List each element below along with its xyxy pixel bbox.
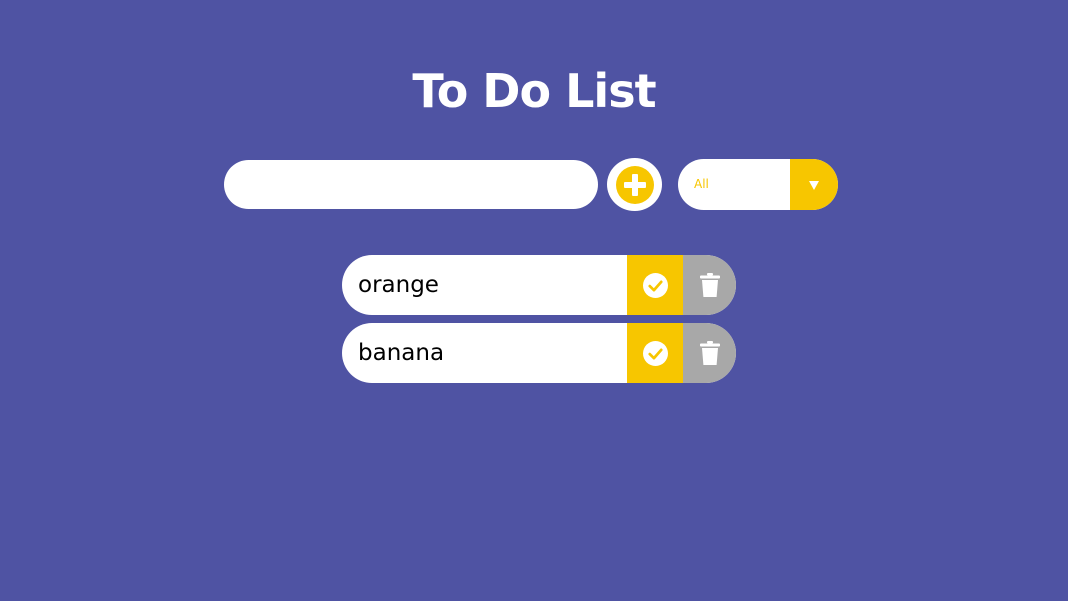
todo-item: orange	[342, 255, 736, 315]
page-title: To Do List	[412, 63, 656, 118]
filter-arrow-button[interactable]	[790, 159, 838, 210]
todo-text: banana	[358, 340, 445, 366]
delete-button[interactable]	[683, 255, 736, 315]
complete-button[interactable]	[627, 323, 683, 383]
trash-icon	[699, 341, 720, 365]
todo-list: orange banana	[342, 255, 736, 391]
plus-circle-icon	[615, 165, 654, 204]
delete-button[interactable]	[683, 323, 736, 383]
trash-icon	[699, 273, 720, 297]
add-todo-button[interactable]	[607, 158, 662, 211]
check-circle-icon	[642, 340, 668, 366]
todo-text: orange	[358, 272, 439, 298]
todo-item: banana	[342, 323, 736, 383]
filter-select[interactable]: All	[678, 159, 838, 210]
todo-input[interactable]	[224, 160, 598, 209]
caret-down-icon	[808, 179, 820, 191]
complete-button[interactable]	[627, 255, 683, 315]
filter-selected-value: All	[694, 177, 709, 191]
check-circle-icon	[642, 272, 668, 298]
